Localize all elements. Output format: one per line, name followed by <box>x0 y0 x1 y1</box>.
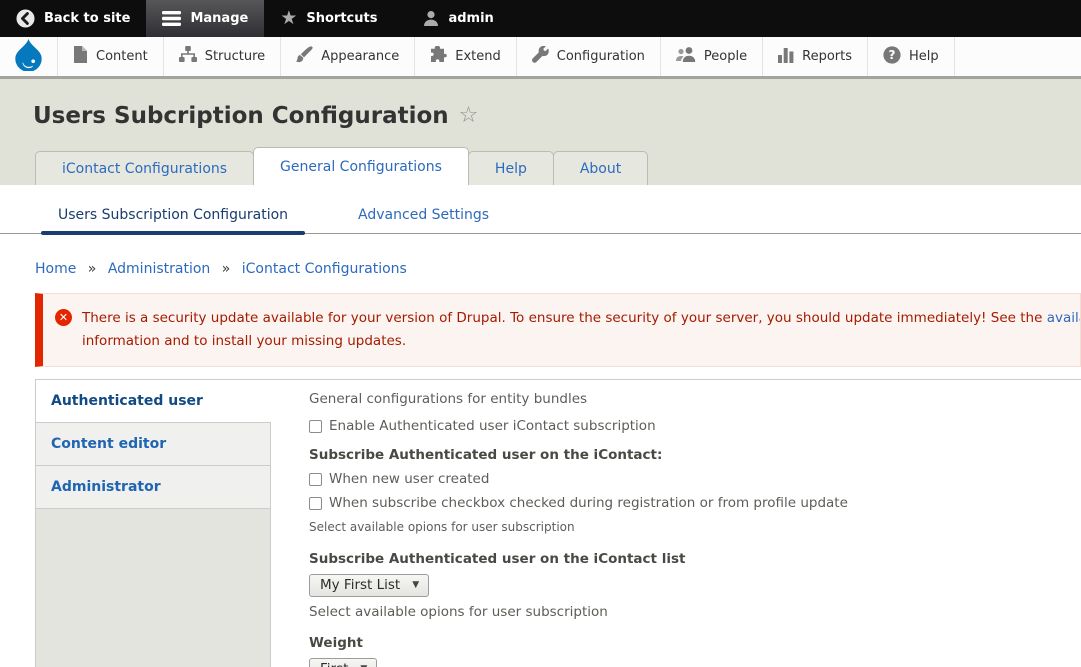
tab-users-subscription-configuration[interactable]: Users Subscription Configuration <box>41 196 305 233</box>
people-icon <box>676 46 696 67</box>
favorite-star-icon[interactable]: ☆ <box>459 105 479 127</box>
admin-menu-item-content[interactable]: Content <box>58 37 164 76</box>
admin-menu-item-reports[interactable]: Reports <box>763 37 868 76</box>
drupal-home-button[interactable] <box>0 37 58 76</box>
question-icon: ? <box>883 46 901 68</box>
drupal-logo-icon <box>13 38 44 75</box>
vertical-tabs-fieldset: Authenticated user Content editor Admini… <box>35 379 1081 667</box>
bar-chart-icon <box>778 46 794 67</box>
weight-heading: Weight <box>309 635 1081 651</box>
tab-help[interactable]: Help <box>468 151 554 185</box>
user-menu[interactable]: admin <box>407 0 509 37</box>
breadcrumb-icontact-configurations-link[interactable]: iContact Configurations <box>242 261 407 277</box>
admin-menu-label: People <box>704 49 747 64</box>
manage-tab[interactable]: Manage <box>146 0 264 37</box>
authenticated-user-settings-pane: General configurations for entity bundle… <box>271 380 1081 667</box>
pane-description: General configurations for entity bundle… <box>309 391 1081 407</box>
breadcrumb-home-link[interactable]: Home <box>35 261 76 277</box>
tab-general-configurations[interactable]: General Configurations <box>253 147 469 185</box>
enable-subscription-label: Enable Authenticated user iContact subsc… <box>329 418 656 434</box>
shortcuts-label: Shortcuts <box>306 11 377 26</box>
available-updates-link[interactable]: available updates page <box>1047 310 1081 326</box>
svg-text:?: ? <box>889 48 896 62</box>
enable-subscription-checkbox[interactable] <box>309 420 322 433</box>
manage-label: Manage <box>190 11 248 26</box>
file-icon <box>73 46 88 67</box>
admin-menu-label: Appearance <box>321 49 399 64</box>
tab-advanced-settings[interactable]: Advanced Settings <box>341 196 506 233</box>
icontact-list-heading: Subscribe Authenticated user on the iCon… <box>309 551 1081 567</box>
page-header-region: Users Subcription Configuration ☆ iConta… <box>0 79 1081 185</box>
error-text-before: There is a security update available for… <box>82 310 1047 326</box>
when-new-user-checkbox[interactable] <box>309 473 322 486</box>
back-circle-icon <box>16 9 35 28</box>
error-message-text: There is a security update available for… <box>82 307 1081 353</box>
security-update-error-message: ✕ There is a security update available f… <box>35 293 1081 367</box>
weight-select[interactable]: First ▼ <box>309 658 377 667</box>
back-to-site-label: Back to site <box>44 11 130 26</box>
breadcrumb-separator: » <box>222 261 231 277</box>
admin-menu-label: Configuration <box>557 49 645 64</box>
weight-selected-value: First <box>320 661 348 667</box>
icontact-list-description: Select available opions for user subscri… <box>309 604 1081 620</box>
breadcrumb-separator: » <box>88 261 97 277</box>
tab-about[interactable]: About <box>553 151 648 185</box>
icontact-list-select[interactable]: My First List ▼ <box>309 574 429 597</box>
admin-menu-item-help[interactable]: ? Help <box>868 37 955 76</box>
admin-menu-label: Reports <box>802 49 852 64</box>
sitemap-icon <box>179 46 197 67</box>
admin-menu-label: Content <box>96 49 148 64</box>
icontact-list-selected-value: My First List <box>320 577 400 593</box>
breadcrumb-administration-link[interactable]: Administration <box>108 261 210 277</box>
page-title: Users Subcription Configuration <box>33 101 449 131</box>
admin-toolbar: Back to site Manage ★ Shortcuts admin <box>0 0 1081 37</box>
vertical-tabs-menu: Authenticated user Content editor Admini… <box>36 380 271 667</box>
admin-menu-item-extend[interactable]: Extend <box>415 37 517 76</box>
primary-tabs: iContact Configurations General Configur… <box>0 147 1081 185</box>
subscribe-on-heading: Subscribe Authenticated user on the iCon… <box>309 447 1081 463</box>
secondary-tabs-bar: Users Subscription Configuration Advance… <box>0 185 1081 234</box>
admin-menu-bar: Content Structure Appearance Extend Conf… <box>0 37 1081 79</box>
admin-menu-item-structure[interactable]: Structure <box>164 37 281 76</box>
subscribe-options-description: Select available opions for user subscri… <box>309 520 1081 534</box>
wrench-icon <box>532 46 549 67</box>
vtab-content-editor[interactable]: Content editor <box>36 423 270 466</box>
admin-menu-item-people[interactable]: People <box>661 37 763 76</box>
breadcrumb: Home » Administration » iContact Configu… <box>35 261 1081 277</box>
shortcuts-tab[interactable]: ★ Shortcuts <box>264 0 393 37</box>
admin-menu-label: Structure <box>205 49 265 64</box>
star-icon: ★ <box>280 9 297 28</box>
back-to-site-button[interactable]: Back to site <box>0 0 146 37</box>
admin-menu-item-appearance[interactable]: Appearance <box>281 37 415 76</box>
vtab-administrator[interactable]: Administrator <box>36 466 270 509</box>
when-subscribe-label: When subscribe checkbox checked during r… <box>329 495 848 511</box>
error-x-circle-icon: ✕ <box>55 309 72 326</box>
select-arrow-icon: ▼ <box>412 580 419 590</box>
user-label: admin <box>448 11 493 26</box>
when-subscribe-checkbox[interactable] <box>309 497 322 510</box>
puzzle-icon <box>430 46 447 67</box>
admin-menu-label: Extend <box>455 49 501 64</box>
admin-menu-item-configuration[interactable]: Configuration <box>517 37 661 76</box>
hamburger-icon <box>162 11 181 26</box>
admin-menu-label: Help <box>909 49 939 64</box>
tab-icontact-configurations[interactable]: iContact Configurations <box>35 151 254 185</box>
vertical-tabs-filler <box>36 509 270 667</box>
user-icon <box>423 10 439 27</box>
vtab-authenticated-user[interactable]: Authenticated user <box>36 380 271 423</box>
when-new-user-label: When new user created <box>329 471 489 487</box>
paintbrush-icon <box>296 46 313 67</box>
